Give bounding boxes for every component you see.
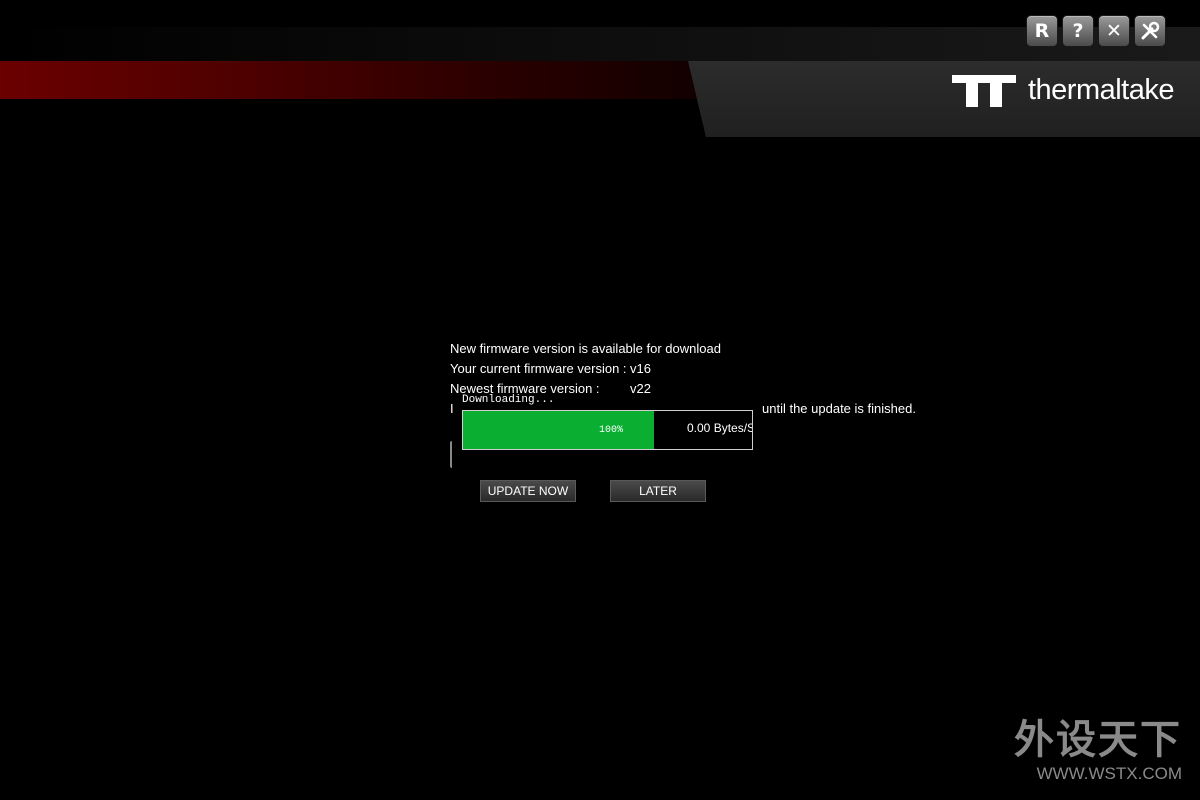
current-version-label: Your current firmware version :: [450, 361, 627, 376]
reset-button[interactable]: R: [1026, 15, 1058, 47]
tools-icon: [1141, 21, 1160, 40]
update-note-end: until the update is finished.: [762, 401, 916, 416]
current-version-value: v16: [630, 361, 651, 376]
help-label: ?: [1072, 20, 1084, 42]
tt-logo-icon: [951, 74, 1016, 107]
later-button[interactable]: LATER: [610, 480, 706, 502]
download-speed: 0.00 Bytes/S: [687, 421, 753, 435]
download-progress-bar: 100% 0.00 Bytes/S: [462, 410, 753, 450]
download-progress-dialog: Downloading... 100% 0.00 Bytes/S: [458, 393, 756, 455]
firmware-dialog: New firmware version is available for do…: [450, 339, 920, 399]
update-note-start: I: [450, 401, 454, 416]
window-controls: R ? ✕: [1026, 15, 1166, 47]
download-progress-fill: [463, 411, 654, 449]
help-button[interactable]: ?: [1062, 15, 1094, 47]
reset-label: R: [1034, 20, 1050, 42]
top-strip: [0, 27, 1200, 61]
firmware-heading: New firmware version is available for do…: [450, 341, 721, 356]
download-status-label: Downloading...: [462, 394, 555, 406]
hidden-control-edge: [450, 441, 455, 468]
watermark-url: WWW.WSTX.COM: [1036, 764, 1182, 783]
watermark-cn: 外设天下: [1014, 717, 1182, 763]
update-now-button[interactable]: UPDATE NOW: [480, 480, 576, 502]
brand-name: thermaltake: [1027, 74, 1175, 106]
download-percent: 100%: [599, 425, 624, 436]
current-version-row: Your current firmware version : v16: [450, 359, 920, 379]
thermaltake-logo: thermaltake: [951, 74, 1175, 107]
close-icon: ✕: [1106, 20, 1122, 42]
close-button[interactable]: ✕: [1098, 15, 1130, 47]
watermark: 外设天下 WWW.WSTX.COM: [1014, 716, 1182, 784]
settings-button[interactable]: [1134, 15, 1166, 47]
header-red-band: [0, 61, 700, 99]
